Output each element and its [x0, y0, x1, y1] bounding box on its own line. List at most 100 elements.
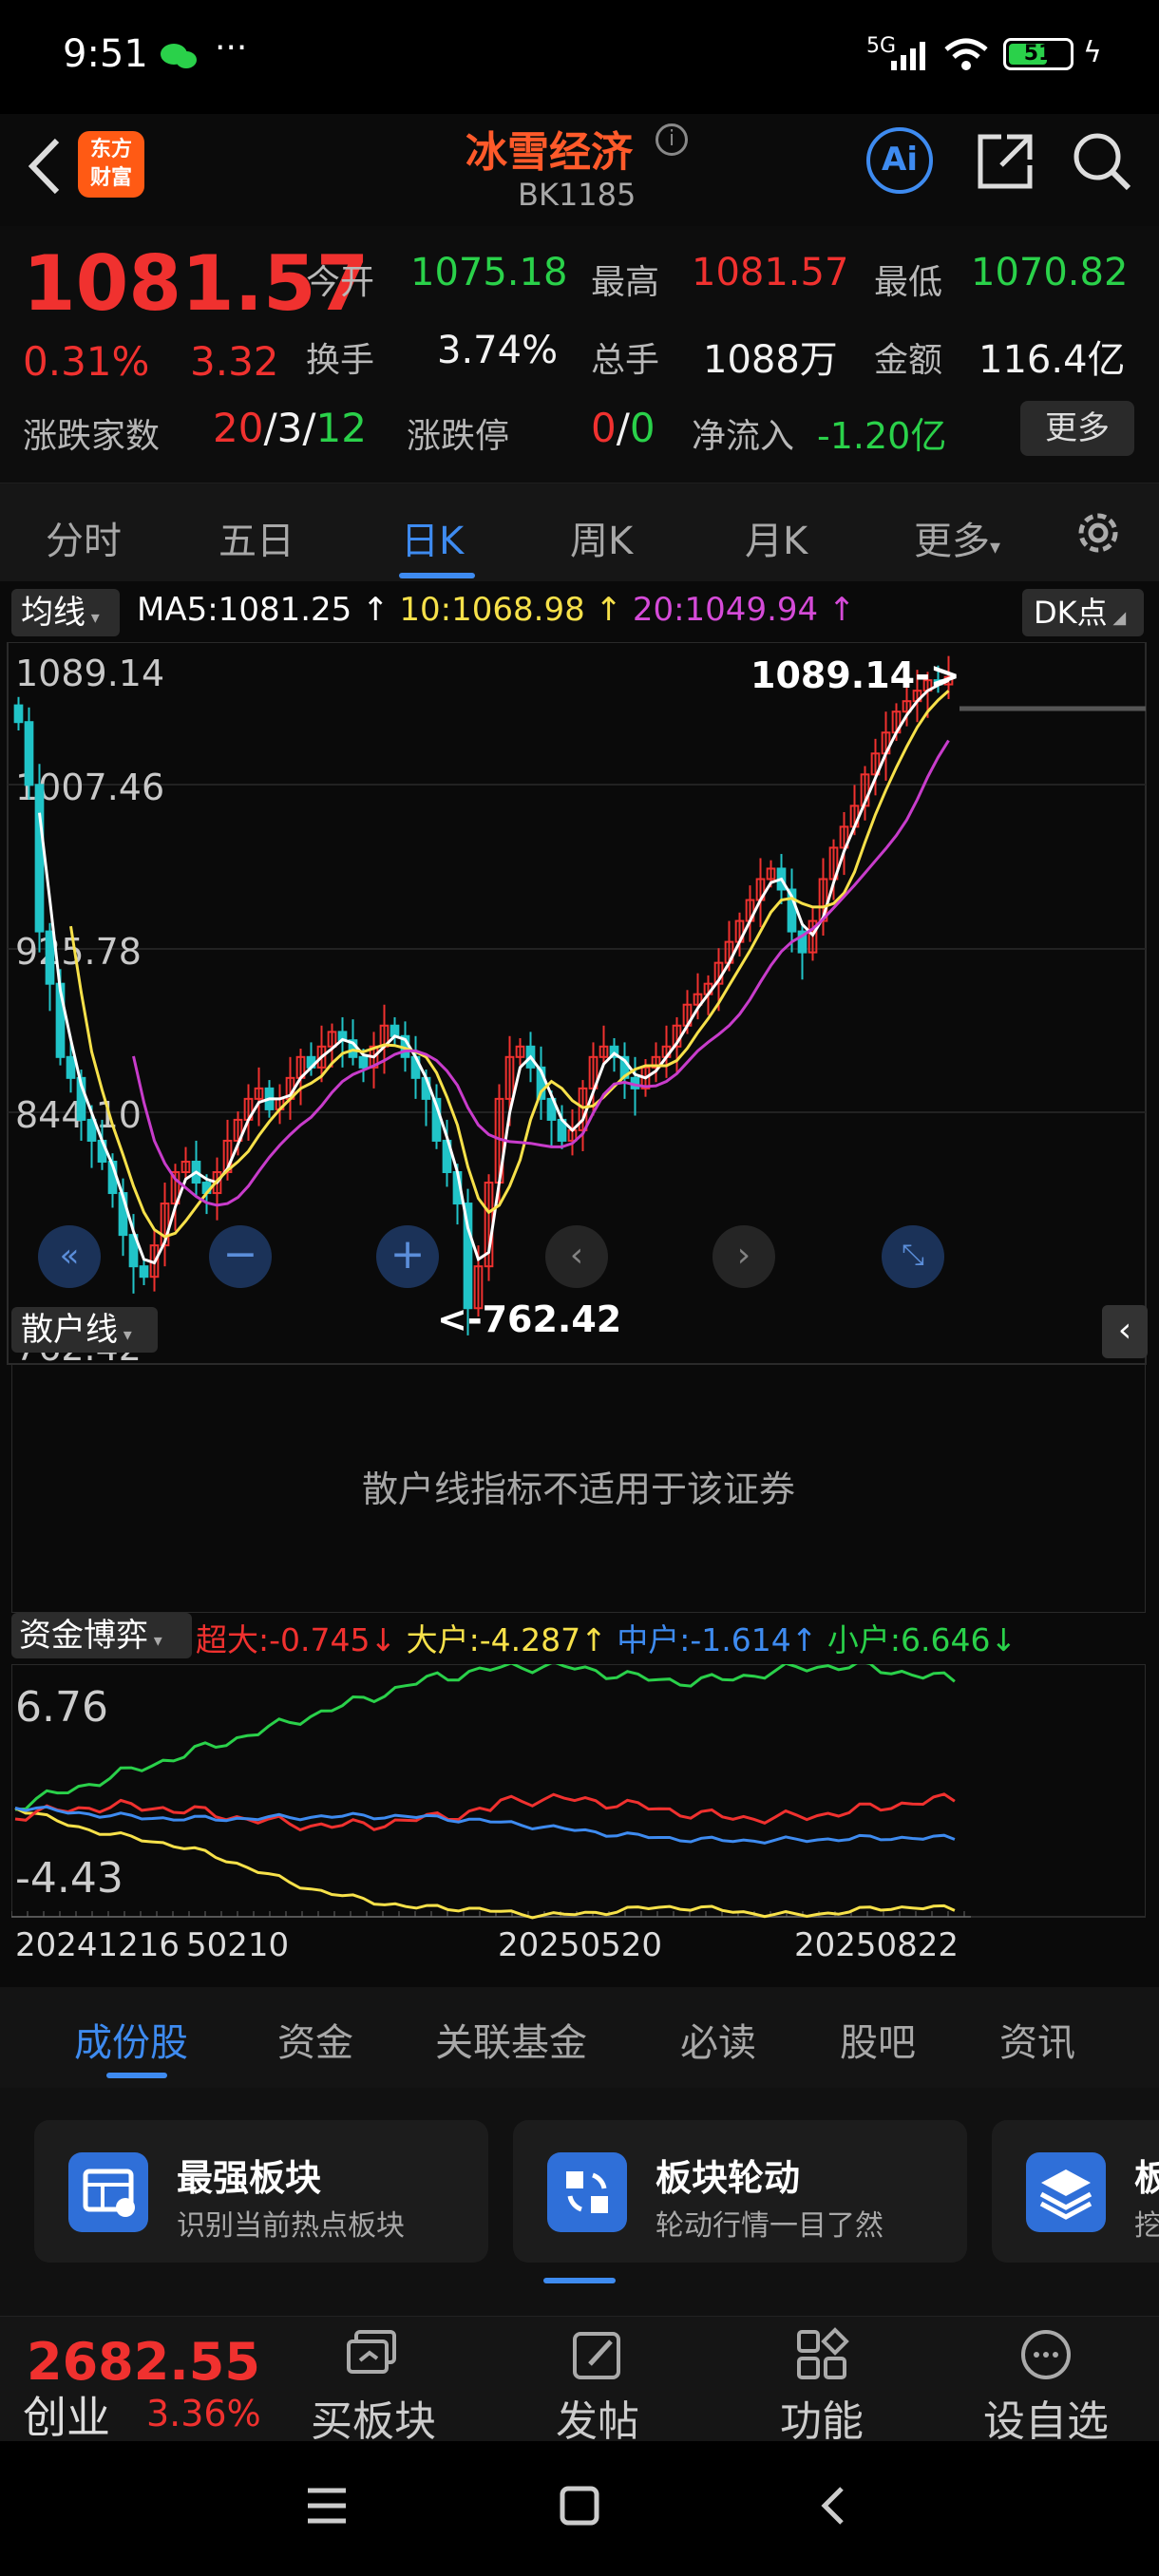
high-value: 1081.57 — [692, 251, 849, 294]
indicator-selector-label: 均线 — [21, 594, 86, 632]
tab-funds[interactable]: 资金 — [277, 2012, 353, 2067]
updown-count: 20/3/12 — [213, 405, 367, 451]
open-value: 1075.18 — [410, 251, 568, 294]
tab-news[interactable]: 资讯 — [999, 2012, 1075, 2067]
tab-forum[interactable]: 股吧 — [840, 2012, 916, 2067]
collapse-panel-button[interactable]: ‹ — [1102, 1305, 1148, 1358]
low-value: 1070.82 — [971, 251, 1129, 294]
down-arrow-icon: ↓ — [370, 1621, 407, 1658]
tab-monthly-k[interactable]: 月K — [745, 510, 808, 565]
change-value: 3.32 — [190, 338, 279, 385]
indicator-selector[interactable]: 均线 ▾ — [11, 589, 120, 636]
amount-label: 金额 — [874, 341, 943, 380]
more-button[interactable]: 更多 — [1020, 401, 1134, 456]
tab-more-periods[interactable]: 更多▾ — [914, 510, 1000, 565]
separator: / — [263, 405, 277, 451]
tab-must-read[interactable]: 必读 — [680, 2012, 756, 2067]
netflow-label: 净流入 — [692, 417, 795, 456]
volume-label: 总手 — [591, 341, 660, 380]
tab-related-funds[interactable]: 关联基金 — [435, 2012, 587, 2067]
ai-button[interactable]: Ai — [866, 127, 933, 194]
carousel-indicator — [543, 2278, 616, 2283]
prev-button[interactable]: ‹ — [545, 1225, 608, 1288]
search-icon[interactable] — [1072, 131, 1132, 196]
mid-investor-line — [14, 1805, 956, 1845]
signal-icon — [889, 40, 931, 76]
settings-gear-icon[interactable] — [1072, 506, 1125, 563]
candle-body — [66, 1055, 76, 1079]
card-subtitle: 轮动行情一目了然 — [656, 2209, 884, 2243]
ma20-value: 20:1049.94 — [632, 591, 819, 629]
tab-intraday[interactable]: 分时 — [46, 510, 122, 565]
period-tabs: 分时 五日 日K 周K 月K 更多▾ — [0, 483, 1159, 583]
retail-selector[interactable]: 散户线 ▾ — [11, 1307, 158, 1353]
small-investor-line — [14, 1664, 956, 1811]
nav-functions[interactable]: 功能 — [750, 2326, 893, 2448]
ma-values: MA5:1081.25 ↑ 10:1068.98 ↑ 20:1049.94 ↑ — [137, 591, 855, 629]
down-count: 12 — [315, 405, 367, 451]
home-icon[interactable] — [559, 2485, 600, 2530]
next-button[interactable]: › — [712, 1225, 775, 1288]
dk-point-button[interactable]: DK点 ◢ — [1022, 589, 1144, 636]
zoom-in-button[interactable]: + — [376, 1225, 439, 1288]
up-arrow-icon: ↑ — [580, 1621, 618, 1658]
share-icon[interactable] — [975, 131, 1036, 196]
ma5-value: MA5:1081.25 — [137, 591, 352, 629]
fund-selector-label: 资金博弈 — [19, 1617, 148, 1655]
up-arrow-icon: ↑ — [352, 591, 400, 629]
limit-label: 涨跌停 — [407, 417, 510, 456]
nav-buy-sector[interactable]: 买板块 — [302, 2326, 445, 2448]
chart-area: 均线 ▾ MA5:1081.25 ↑ 10:1068.98 ↑ 20:1049.… — [0, 581, 1159, 1987]
card-subtitle: 识别当前热点板块 — [177, 2209, 405, 2243]
menu-icon[interactable] — [306, 2485, 348, 2530]
super-large-line — [14, 1792, 956, 1832]
zoom-out-button[interactable]: − — [209, 1225, 272, 1288]
low-label: 最低 — [874, 263, 943, 302]
fullscreen-button[interactable]: ⤡ — [882, 1225, 944, 1288]
page-title: 冰雪经济 — [466, 128, 633, 177]
card-partial[interactable]: 板 挖 — [992, 2120, 1159, 2263]
tab-daily-k[interactable]: 日K — [401, 510, 464, 565]
date-mid: 20250520 — [498, 1926, 663, 1964]
back-icon[interactable] — [21, 133, 68, 199]
nav-add-watchlist[interactable]: 设自选 — [975, 2326, 1117, 2448]
fund-selector[interactable]: 资金博弈 ▾ — [11, 1613, 192, 1658]
min-price-label: <-762.42 — [437, 1298, 621, 1340]
index-pct: 3.36% — [146, 2393, 261, 2434]
up-arrow-icon: ↑ — [584, 591, 633, 629]
max-price-label: 1089.14-> — [750, 654, 960, 696]
nav-label: 买板块 — [311, 2397, 436, 2446]
up-count: 20 — [213, 405, 264, 451]
card-sector-rotation[interactable]: 板块轮动 轮动行情一目了然 — [513, 2120, 967, 2263]
down-arrow-icon: ↓ — [990, 1621, 1017, 1658]
card-strongest-sector[interactable]: 最强板块 识别当前热点板块 — [34, 2120, 488, 2263]
dk-label: DK点 — [1034, 595, 1108, 631]
mid-value: 中户:-1.614 — [617, 1621, 791, 1658]
charging-icon: ϟ — [1083, 36, 1102, 69]
rotation-icon — [547, 2152, 627, 2232]
change-pct: 0.31% — [23, 338, 150, 385]
back-nav-icon[interactable] — [813, 2485, 855, 2530]
updown-count-label: 涨跌家数 — [23, 417, 161, 456]
separator: / — [616, 405, 630, 451]
tab-five-day[interactable]: 五日 — [218, 510, 294, 565]
nav-post[interactable]: 发帖 — [526, 2326, 669, 2448]
fund-y-top: 6.76 — [15, 1683, 108, 1732]
ma-line — [69, 690, 950, 1239]
status-bar: 9:51 ··· 5G 51 ϟ — [0, 0, 1159, 114]
tab-constituents[interactable]: 成份股 — [74, 2012, 188, 2067]
rewind-button[interactable]: « — [38, 1225, 101, 1288]
sector-chart-icon — [68, 2152, 148, 2232]
big-value: 大户:-4.287 — [406, 1621, 581, 1658]
wechat-icon — [160, 42, 198, 70]
active-info-tab-indicator — [106, 2073, 167, 2078]
candle-body — [358, 1055, 369, 1069]
tab-weekly-k[interactable]: 周K — [570, 510, 633, 565]
candle-body — [139, 1265, 149, 1279]
flat-count: 3 — [276, 405, 303, 451]
info-icon[interactable]: i — [656, 123, 688, 156]
dropdown-arrow-icon: ▾ — [148, 1631, 162, 1651]
index-name: 创业 — [23, 2392, 110, 2443]
fund-frame — [11, 1664, 1146, 1918]
fund-chart[interactable] — [11, 1664, 1146, 1921]
